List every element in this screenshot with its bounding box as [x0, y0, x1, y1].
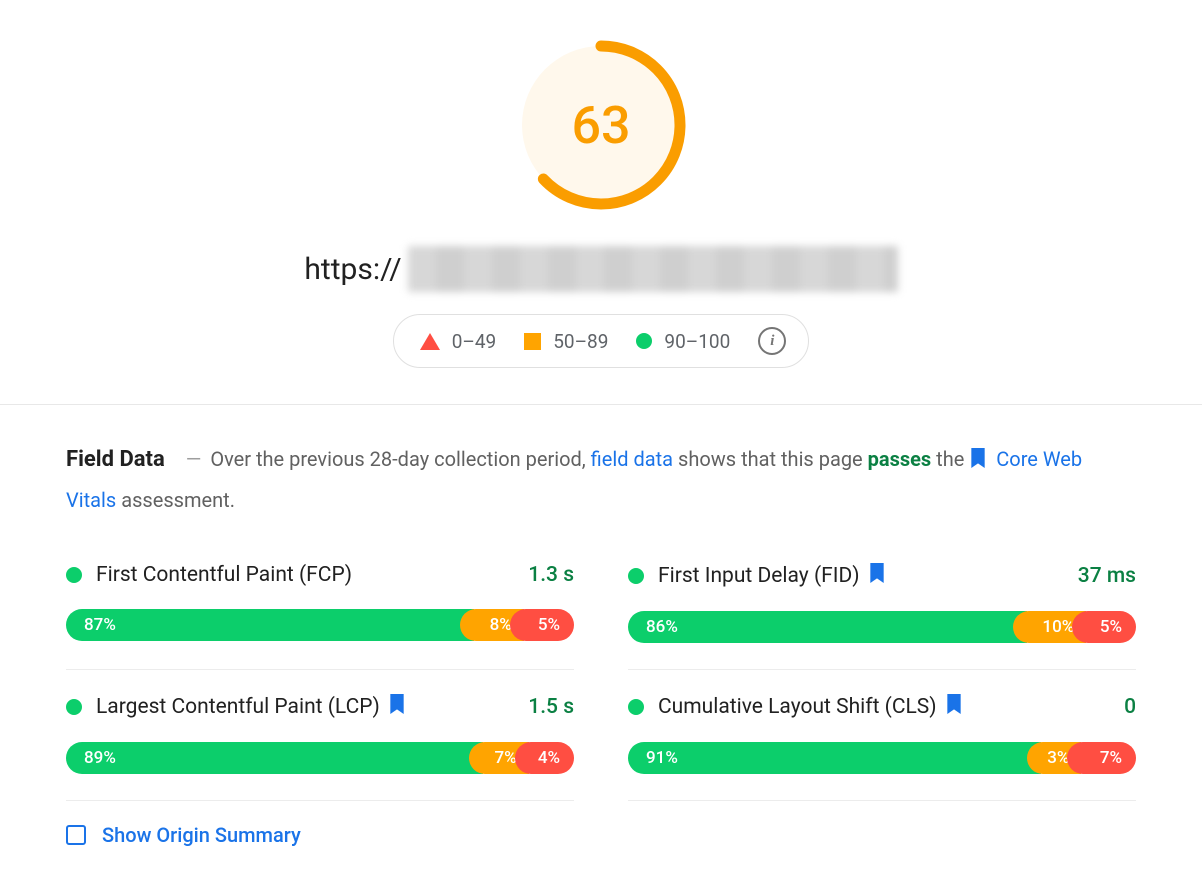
- show-origin-summary[interactable]: Show Origin Summary: [66, 823, 1136, 847]
- passes-text: passes: [868, 447, 932, 471]
- checkbox-unchecked-icon[interactable]: [66, 825, 86, 845]
- field-data-link[interactable]: field data: [591, 447, 673, 471]
- metric-value: 0: [1124, 695, 1136, 719]
- distribution-bar: 89%7%4%: [66, 742, 574, 774]
- status-dot-good-icon: [628, 568, 644, 584]
- bookmark-icon: [945, 694, 963, 720]
- distribution-bar: 86%10%5%: [628, 611, 1136, 643]
- info-icon[interactable]: [758, 327, 786, 355]
- score-gauge: 63: [516, 40, 686, 210]
- dist-poor: 4%: [515, 742, 574, 774]
- distribution-bar: 87%8%5%: [66, 609, 574, 641]
- score-value: 63: [516, 40, 686, 210]
- metric-name: Largest Contentful Paint (LCP): [96, 694, 406, 720]
- field-data-summary: Field Data — Over the previous 28-day co…: [66, 439, 1136, 519]
- metric-name: First Input Delay (FID): [658, 563, 886, 589]
- status-dot-good-icon: [66, 699, 82, 715]
- legend-poor: 0–49: [420, 330, 497, 353]
- dist-good: 87%: [66, 609, 474, 641]
- tested-url: https://: [0, 246, 1202, 292]
- url-prefix: https://: [304, 252, 401, 287]
- legend-average: 50–89: [524, 330, 608, 353]
- metric-card: First Contentful Paint (FCP) 1.3 s 87%8%5%: [66, 539, 574, 670]
- triangle-red-icon: [420, 333, 440, 350]
- legend-good: 90–100: [636, 330, 730, 353]
- dist-good: 91%: [628, 742, 1041, 774]
- metric-value: 1.5 s: [528, 695, 574, 719]
- field-data-title: Field Data: [66, 447, 165, 472]
- dist-poor: 5%: [510, 609, 574, 641]
- bookmark-icon: [969, 449, 992, 473]
- status-dot-good-icon: [628, 699, 644, 715]
- metric-card: First Input Delay (FID) 37 ms 86%10%5%: [628, 539, 1136, 670]
- circle-green-icon: [636, 333, 652, 349]
- metric-value: 37 ms: [1078, 564, 1136, 588]
- score-legend: 0–49 50–89 90–100: [393, 314, 810, 368]
- metric-name: Cumulative Layout Shift (CLS): [658, 694, 963, 720]
- square-orange-icon: [524, 333, 541, 350]
- metric-name: First Contentful Paint (FCP): [96, 563, 352, 587]
- metric-card: Cumulative Layout Shift (CLS) 0 91%3%7%: [628, 670, 1136, 801]
- status-dot-good-icon: [66, 567, 82, 583]
- score-header: 63 https:// 0–49 50–89 90–100: [0, 0, 1202, 405]
- dist-good: 89%: [66, 742, 483, 774]
- url-redacted: [408, 246, 898, 292]
- dist-poor: 7%: [1067, 742, 1136, 774]
- metric-card: Largest Contentful Paint (LCP) 1.5 s 89%7%…: [66, 670, 574, 801]
- show-origin-summary-label: Show Origin Summary: [102, 823, 301, 847]
- dash: —: [186, 447, 202, 471]
- dist-good: 86%: [628, 611, 1027, 643]
- distribution-bar: 91%3%7%: [628, 742, 1136, 774]
- bookmark-icon: [388, 694, 406, 720]
- dist-poor: 5%: [1072, 611, 1136, 643]
- metric-value: 1.3 s: [528, 563, 574, 587]
- bookmark-icon: [868, 563, 886, 589]
